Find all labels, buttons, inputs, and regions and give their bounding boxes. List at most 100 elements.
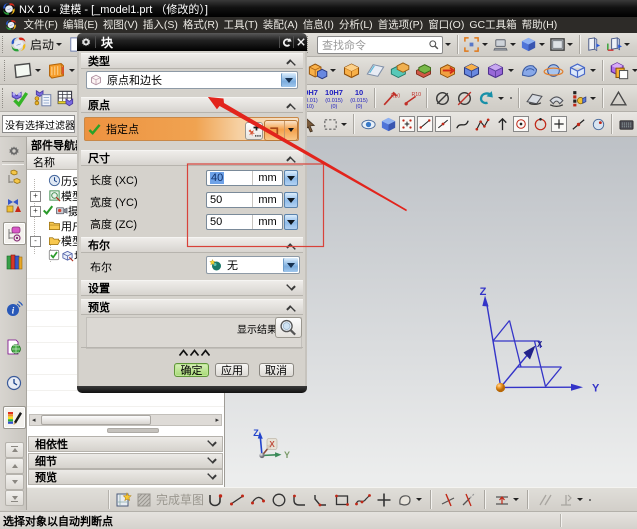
menu-item[interactable]: 工具(T) xyxy=(221,16,260,34)
pencil2-icon[interactable] xyxy=(403,89,422,108)
dropdown-arrow-icon[interactable] xyxy=(539,43,545,46)
dialog-gear-icon[interactable] xyxy=(80,36,92,48)
plusbox-icon[interactable] xyxy=(552,117,566,131)
dialog-section-boolean[interactable]: 布尔 xyxy=(81,237,303,253)
dialog-section-origin[interactable]: 原点 xyxy=(81,97,303,113)
resource-asmnav-button[interactable] xyxy=(3,167,24,188)
face1-icon[interactable] xyxy=(525,89,544,108)
trim-icon[interactable] xyxy=(439,491,457,509)
profile-icon[interactable] xyxy=(396,491,414,509)
plus-icon[interactable] xyxy=(375,491,393,509)
panel-splitter[interactable] xyxy=(107,428,159,433)
t-folder-icon[interactable] xyxy=(48,219,61,232)
rectsk-icon[interactable] xyxy=(333,491,351,509)
dialog-section-dimensions[interactable]: 尺寸 xyxy=(81,150,303,166)
boolint-icon[interactable] xyxy=(413,60,434,81)
dropdown-arrow-icon[interactable] xyxy=(445,43,451,46)
show-result-button[interactable] xyxy=(275,317,302,338)
booktriad-icon[interactable] xyxy=(605,36,622,53)
spheresm-icon[interactable] xyxy=(590,116,607,133)
dim-input-0[interactable]: 40 mm xyxy=(206,170,283,186)
t-checkbox-icon[interactable] xyxy=(48,249,60,261)
navigator-scroll-up-button[interactable] xyxy=(5,458,24,474)
tree-expand-toggle[interactable]: - xyxy=(30,236,41,247)
dialog-section-settings[interactable]: 设置 xyxy=(81,280,303,296)
line1-icon[interactable] xyxy=(418,117,432,131)
copycube-icon[interactable] xyxy=(609,60,630,81)
line1-toggle[interactable] xyxy=(417,116,433,132)
fillet-icon[interactable] xyxy=(291,491,309,509)
nxswirl-icon[interactable] xyxy=(10,36,27,53)
uparrow-icon[interactable] xyxy=(494,116,511,133)
navigator-scroll-top-button[interactable] xyxy=(5,442,24,458)
sheet-icon[interactable] xyxy=(365,60,386,81)
dropdown-arrow-icon[interactable] xyxy=(341,123,347,126)
info-icon[interactable] xyxy=(5,300,23,318)
circledot-toggle[interactable] xyxy=(513,116,529,132)
tree-expand-toggle[interactable]: + xyxy=(30,206,41,217)
resource-partnav-button[interactable] xyxy=(3,222,26,245)
menu-item[interactable]: 编辑(E) xyxy=(60,16,100,34)
resource-connav-button[interactable] xyxy=(3,194,24,215)
constraint-icon[interactable] xyxy=(493,491,511,509)
webdoc-icon[interactable] xyxy=(5,338,23,356)
t-check-icon[interactable] xyxy=(42,204,54,216)
chamf-icon[interactable] xyxy=(312,491,330,509)
dropdown-arrow-icon[interactable] xyxy=(482,43,488,46)
scroll-right-icon[interactable]: ▸ xyxy=(215,417,219,424)
polyline-icon[interactable] xyxy=(474,116,491,133)
block1-icon[interactable] xyxy=(341,60,362,81)
horizontal-scrollbar[interactable]: ◂ ▸ xyxy=(29,414,222,426)
linept-icon[interactable] xyxy=(228,491,246,509)
tol2-icon[interactable] xyxy=(323,87,345,109)
dropdown-arrow-icon[interactable] xyxy=(508,69,514,72)
connav-icon[interactable] xyxy=(5,196,23,214)
eyesnap-icon[interactable] xyxy=(360,116,377,133)
section-details[interactable]: 细节 xyxy=(28,453,223,469)
t-views-icon[interactable] xyxy=(48,189,61,202)
spherering-icon[interactable] xyxy=(543,60,564,81)
dialog-title-bar[interactable]: 块 xyxy=(77,33,307,51)
menu-item[interactable]: 视图(V) xyxy=(100,16,140,34)
menu-item[interactable]: 帮助(H) xyxy=(519,16,560,34)
circle-icon[interactable] xyxy=(532,116,549,133)
boolsub-icon[interactable] xyxy=(389,60,410,81)
dialog-collapse-strip[interactable] xyxy=(81,347,303,360)
tol3-icon[interactable] xyxy=(348,87,370,109)
dropdown-arrow-icon[interactable] xyxy=(510,43,516,46)
cubeor-icon[interactable] xyxy=(461,60,482,81)
menu-item[interactable]: GC工具箱 xyxy=(467,16,519,34)
dim-input-2[interactable]: 50 mm xyxy=(206,214,283,230)
menu-item[interactable]: 文件(F) xyxy=(21,16,60,34)
navigator-scroll-bottom-button[interactable] xyxy=(5,490,24,506)
checktable-icon[interactable] xyxy=(33,88,53,108)
diamslash-icon[interactable] xyxy=(455,89,474,108)
t-folderopen-icon[interactable] xyxy=(48,234,61,247)
resource-clock-button[interactable] xyxy=(3,372,24,393)
arcpt-icon[interactable] xyxy=(249,491,267,509)
toolbar-label[interactable]: 启动 xyxy=(30,36,54,53)
dropdown-arrow-icon[interactable] xyxy=(498,97,504,100)
inferred-point-combo[interactable] xyxy=(264,120,298,142)
t-camera-icon[interactable] xyxy=(55,204,68,217)
fit-icon[interactable] xyxy=(463,36,480,53)
dropdown-arrow-icon[interactable] xyxy=(330,69,336,72)
line2-icon[interactable] xyxy=(570,116,587,133)
menu-item[interactable]: 窗口(O) xyxy=(426,16,467,34)
section-dependencies[interactable]: 相依性 xyxy=(28,436,223,452)
dialog-section-preview[interactable]: 预览 xyxy=(81,299,303,315)
dropdown-arrow-icon[interactable] xyxy=(590,97,596,100)
triangle-icon[interactable] xyxy=(609,89,628,108)
keyboard-icon[interactable] xyxy=(618,116,635,133)
menu-item[interactable]: 插入(S) xyxy=(140,16,180,34)
checkwand-icon[interactable] xyxy=(10,88,30,108)
snapgrid-toggle[interactable] xyxy=(399,116,415,132)
snapgrid-icon[interactable] xyxy=(400,117,414,131)
tree-expand-toggle[interactable]: + xyxy=(30,191,41,202)
ok-button[interactable]: 确定 xyxy=(174,363,209,377)
circledot-icon[interactable] xyxy=(514,117,528,131)
resource-gear-button[interactable] xyxy=(3,140,24,161)
dropdown-arrow-icon[interactable] xyxy=(69,69,75,72)
dropdown-arrow-icon[interactable] xyxy=(632,69,637,72)
boolean-combo-arrow[interactable] xyxy=(283,258,298,272)
